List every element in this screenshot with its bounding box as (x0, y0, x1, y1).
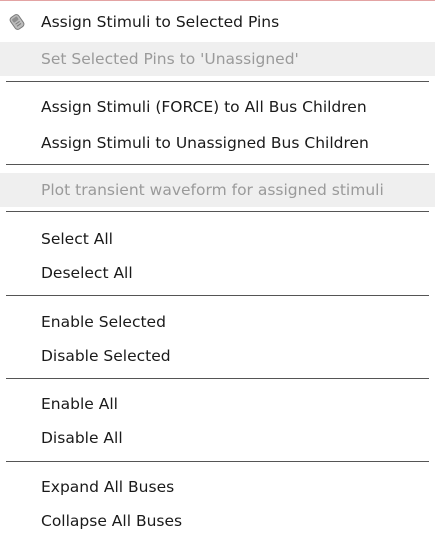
menu-item-label: Enable Selected (41, 313, 166, 331)
menu-item-plot-transient-waveform: Plot transient waveform for assigned sti… (0, 173, 435, 207)
menu-item-disable-all[interactable]: Disable All (0, 421, 435, 455)
menu-item-label: Disable All (41, 429, 123, 447)
menu-item-label: Plot transient waveform for assigned sti… (41, 181, 384, 199)
menu-item-deselect-all[interactable]: Deselect All (0, 256, 435, 290)
menu-separator (6, 378, 429, 379)
menu-item-label: Expand All Buses (41, 478, 175, 496)
menu-item-label: Assign Stimuli (FORCE) to All Bus Childr… (41, 98, 367, 116)
menu-item-label: Select All (41, 230, 113, 248)
menu-item-collapse-all-buses[interactable]: Collapse All Buses (0, 504, 435, 538)
menu-item-set-pins-unassigned: Set Selected Pins to 'Unassigned' (0, 42, 435, 76)
menu-separator (6, 81, 429, 82)
context-menu: Assign Stimuli to Selected Pins Set Sele… (0, 0, 435, 541)
menu-separator (6, 211, 429, 212)
menu-item-enable-all[interactable]: Enable All (0, 387, 435, 421)
menu-item-label: Assign Stimuli to Selected Pins (41, 13, 280, 31)
menu-item-label: Assign Stimuli to Unassigned Bus Childre… (41, 134, 369, 152)
menu-separator (6, 461, 429, 462)
menu-item-label: Set Selected Pins to 'Unassigned' (41, 50, 299, 68)
menu-item-label: Collapse All Buses (41, 512, 183, 530)
stimuli-pin-icon (9, 14, 25, 30)
menu-item-label: Disable Selected (41, 347, 171, 365)
menu-item-enable-selected[interactable]: Enable Selected (0, 305, 435, 339)
menu-separator (6, 295, 429, 296)
menu-separator (6, 164, 429, 165)
menu-item-label: Deselect All (41, 264, 133, 282)
menu-item-label: Enable All (41, 395, 118, 413)
menu-item-assign-unassigned-bus-children[interactable]: Assign Stimuli to Unassigned Bus Childre… (0, 126, 435, 160)
menu-item-assign-force-bus-children[interactable]: Assign Stimuli (FORCE) to All Bus Childr… (0, 90, 435, 124)
menu-item-disable-selected[interactable]: Disable Selected (0, 339, 435, 373)
menu-item-assign-stimuli-selected-pins[interactable]: Assign Stimuli to Selected Pins (0, 5, 435, 39)
menu-item-select-all[interactable]: Select All (0, 222, 435, 256)
menu-item-expand-all-buses[interactable]: Expand All Buses (0, 470, 435, 504)
